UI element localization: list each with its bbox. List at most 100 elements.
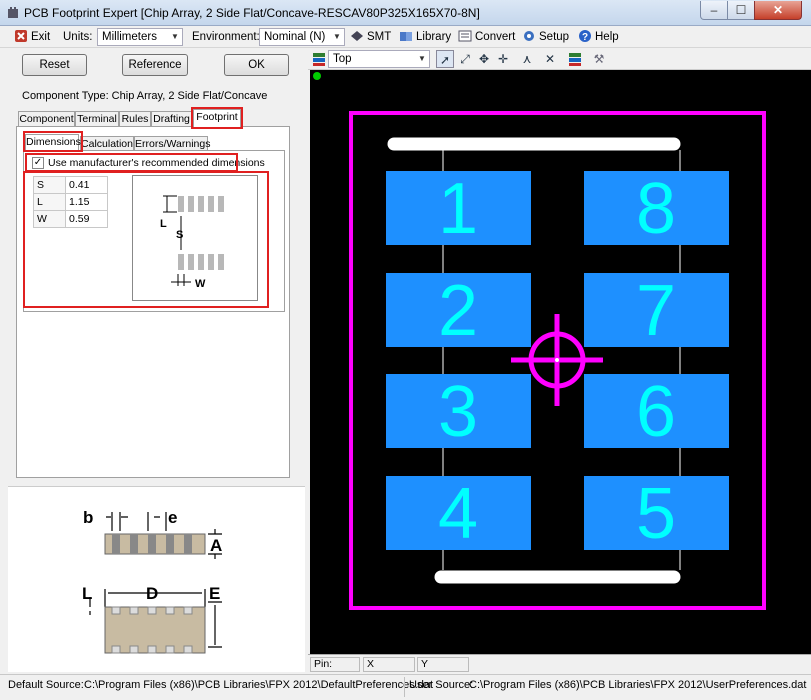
smt-label: SMT <box>367 31 392 43</box>
status-divider <box>404 677 405 697</box>
pad-number: 5 <box>636 474 676 554</box>
pad-number: 2 <box>438 271 478 351</box>
table-row: W 0.59 <box>33 210 108 228</box>
svg-text:?: ? <box>582 32 588 43</box>
pad-4[interactable]: 4 <box>386 474 531 554</box>
app-icon <box>8 7 18 18</box>
pad-8[interactable]: 8 <box>584 169 729 249</box>
pad-number: 7 <box>636 271 676 351</box>
smt-icon <box>351 31 363 41</box>
coordinate-bar: Pin: X Y <box>308 654 811 673</box>
default-source-label: Default Source: <box>8 679 84 691</box>
use-manufacturer-checkbox[interactable]: ✓ <box>32 157 44 169</box>
title-bar: PCB Footprint Expert [Chip Array, 2 Side… <box>0 0 811 26</box>
minimize-button[interactable]: ‒ <box>700 1 728 20</box>
exit-label: Exit <box>31 31 51 43</box>
pad-1[interactable]: 1 <box>386 169 531 249</box>
pad-5[interactable]: 5 <box>584 474 729 554</box>
pad-number: 4 <box>438 474 478 554</box>
footprint-dimension-diagram: L S W <box>160 195 224 290</box>
pad-number: 1 <box>438 169 478 249</box>
units-label: Units: <box>63 31 93 43</box>
pan-icon[interactable]: ✛ <box>494 50 512 68</box>
view-toolbar: Top ▼ ➚ ⤢ ✥ ✛ ⋏ ✕ ⚒ <box>308 48 811 70</box>
help-icon: ? <box>579 30 591 43</box>
convert-label: Convert <box>475 31 516 43</box>
tab-drafting[interactable]: Drafting <box>151 111 192 127</box>
status-bar: Default Source: C:\Program Files (x86)\P… <box>0 674 811 700</box>
tab-terminal[interactable]: Terminal <box>75 111 119 127</box>
convert-button[interactable]: Convert <box>458 29 515 45</box>
tab-dimensions[interactable]: Dimensions <box>25 134 81 152</box>
reference-button[interactable]: Reference <box>122 54 188 76</box>
y-readout: Y <box>417 657 469 672</box>
dim-w-input[interactable]: 0.59 <box>65 210 108 228</box>
layers-icon <box>313 53 325 66</box>
dim-key: W <box>33 210 66 228</box>
chevron-down-icon: ▼ <box>171 32 179 41</box>
units-select[interactable]: Millimeters ▼ <box>97 28 183 46</box>
setup-label: Setup <box>539 31 570 43</box>
snap-icon[interactable]: ⋏ <box>518 50 536 68</box>
reset-button[interactable]: Reset <box>22 54 87 76</box>
units-value: Millimeters <box>102 31 157 43</box>
chevron-down-icon: ▼ <box>418 54 426 63</box>
library-label: Library <box>416 31 452 43</box>
origin-marker <box>313 72 321 80</box>
footprint-canvas[interactable]: 1 2 3 4 5 6 7 8 <box>310 70 811 654</box>
dim-l-input[interactable]: 1.15 <box>65 193 108 211</box>
pad-6[interactable]: 6 <box>584 372 729 452</box>
preview-w-label: W <box>195 278 206 290</box>
table-row: L 1.15 <box>33 193 108 211</box>
footprint-drawing[interactable]: 1 2 3 4 5 6 7 8 <box>310 70 811 654</box>
select-pointer-icon[interactable]: ➚ <box>436 50 454 68</box>
zoom-fit-icon[interactable]: ⤢ <box>456 50 474 68</box>
diagram-e-upper-label: E <box>209 584 220 603</box>
diagram-d-label: D <box>146 584 158 603</box>
user-source-path: C:\Program Files (x86)\PCB Libraries\FPX… <box>469 679 807 691</box>
help-label: Help <box>595 31 619 43</box>
tab-rules[interactable]: Rules <box>119 111 151 127</box>
flip-icon[interactable]: ✕ <box>541 50 559 68</box>
pad-7[interactable]: 7 <box>584 271 729 351</box>
library-button[interactable]: Library <box>399 29 451 45</box>
tab-footprint[interactable]: Footprint <box>193 109 241 127</box>
dim-key: S <box>33 176 66 194</box>
table-row: S 0.41 <box>33 176 108 194</box>
use-manufacturer-label: Use manufacturer's recommended dimension… <box>48 157 265 169</box>
pad-number: 3 <box>438 372 478 452</box>
pad-number: 6 <box>636 372 676 452</box>
preview-l-label: L <box>160 218 167 230</box>
dimensions-table: S 0.41 L 1.15 W 0.59 <box>33 176 108 228</box>
tab-component[interactable]: Component <box>18 111 75 127</box>
smt-button[interactable]: SMT <box>350 29 391 45</box>
close-button[interactable]: ✕ <box>754 1 802 20</box>
zoom-extents-icon[interactable]: ✥ <box>475 50 493 68</box>
dim-s-input[interactable]: 0.41 <box>65 176 108 194</box>
package-outline-diagram: b e A L D E <box>82 508 222 654</box>
library-icon <box>400 32 412 41</box>
diagram-a-label: A <box>210 536 222 555</box>
convert-icon <box>458 30 472 42</box>
diagram-b-label: b <box>83 508 93 527</box>
package-diagram: b e A L D E <box>8 486 305 672</box>
exit-icon <box>15 30 27 42</box>
maximize-button[interactable]: ☐ <box>727 1 755 20</box>
pad-3[interactable]: 3 <box>386 372 531 452</box>
ok-button[interactable]: OK <box>224 54 289 76</box>
layer-select[interactable]: Top ▼ <box>328 50 430 68</box>
layer-stack-icon[interactable] <box>566 50 584 68</box>
preview-s-label: S <box>176 229 183 241</box>
x-readout: X <box>363 657 415 672</box>
default-source-path: C:\Program Files (x86)\PCB Libraries\FPX… <box>84 679 434 691</box>
help-button[interactable]: ? Help <box>578 29 619 45</box>
tools-icon[interactable]: ⚒ <box>590 50 608 68</box>
gear-icon <box>524 31 534 41</box>
exit-button[interactable]: Exit <box>14 29 50 45</box>
environment-label: Environment: <box>192 31 260 43</box>
environment-select[interactable]: Nominal (N) ▼ <box>259 28 345 46</box>
environment-value: Nominal (N) <box>264 31 326 43</box>
pad-2[interactable]: 2 <box>386 271 531 351</box>
chevron-down-icon: ▼ <box>333 32 341 41</box>
setup-button[interactable]: Setup <box>522 29 569 45</box>
